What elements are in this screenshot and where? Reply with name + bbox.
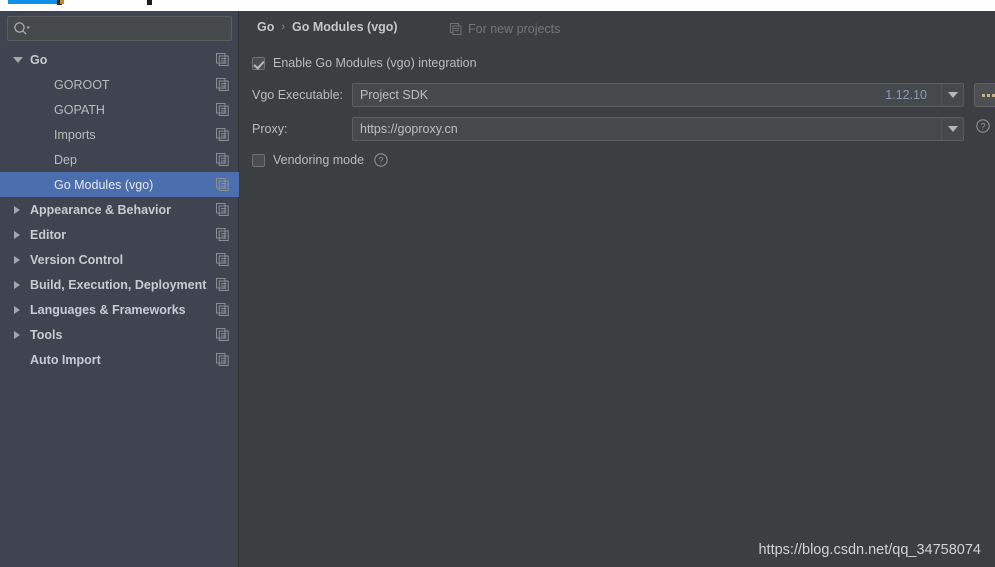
copy-icon[interactable] (216, 128, 229, 141)
sidebar-item-label: Build, Execution, Deployment (30, 277, 207, 292)
chevron-right-icon[interactable] (12, 304, 24, 316)
proxy-help-icon[interactable]: ? (976, 119, 990, 133)
sidebar-item-build-execution-deployment[interactable]: Build, Execution, Deployment (0, 272, 239, 297)
copy-icon[interactable] (216, 178, 229, 191)
copy-icon[interactable] (216, 303, 229, 316)
proxy-row: Proxy: https://goproxy.cn (252, 117, 964, 141)
chevron-right-icon[interactable] (12, 204, 24, 216)
chrome-marker-b (60, 0, 64, 4)
sidebar-item-editor[interactable]: Editor (0, 222, 239, 247)
proxy-label: Proxy: (252, 122, 288, 136)
for-new-projects-label: For new projects (468, 22, 561, 36)
copy-icon[interactable] (216, 203, 229, 216)
sidebar-item-label: GOPATH (54, 102, 105, 117)
for-new-projects-hint: For new projects (450, 22, 560, 36)
caret-shape (947, 92, 958, 98)
copy-icon[interactable] (216, 103, 229, 116)
breadcrumb-root[interactable]: Go (257, 20, 274, 34)
ellipsis-icon (981, 93, 995, 97)
sidebar-item-label: Dep (54, 152, 77, 167)
sidebar-item-label: Auto Import (30, 352, 101, 367)
sidebar-item-label: GOROOT (54, 77, 110, 92)
sidebar-item-go[interactable]: Go (0, 47, 239, 72)
chevron-down-icon[interactable] (941, 118, 963, 140)
vendoring-mode-row[interactable]: Vendoring mode ? (252, 153, 388, 167)
settings-dialog: Go GOROOT GOPATH Imports Dep Go Modules (vgo)… (0, 0, 995, 567)
chrome-marker-c (147, 0, 152, 5)
search-box[interactable] (7, 16, 232, 41)
search-input[interactable] (34, 17, 227, 40)
proxy-combobox[interactable]: https://goproxy.cn (352, 117, 964, 141)
copy-icon[interactable] (216, 328, 229, 341)
enable-go-modules-label: Enable Go Modules (vgo) integration (273, 56, 477, 70)
vgo-executable-row: Vgo Executable: Project SDK 1.12.10 (252, 83, 964, 107)
sidebar-item-label: Appearance & Behavior (30, 202, 172, 217)
sidebar-item-label: Imports (54, 127, 96, 142)
proxy-value[interactable]: https://goproxy.cn (360, 122, 458, 136)
breadcrumb-separator: › (281, 21, 286, 33)
sidebar-item-languages-frameworks[interactable]: Languages & Frameworks (0, 297, 239, 322)
chrome-blue-marker (8, 0, 60, 4)
copy-icon[interactable] (216, 153, 229, 166)
settings-tree: Go GOROOT GOPATH Imports Dep Go Modules (vgo)… (0, 47, 239, 372)
enable-go-modules-row[interactable]: Enable Go Modules (vgo) integration (252, 56, 477, 70)
enable-go-modules-checkbox[interactable] (252, 56, 265, 70)
search-icon (13, 21, 30, 37)
caret-shape (947, 126, 958, 132)
svg-text:?: ? (379, 155, 384, 165)
sidebar-item-dep[interactable]: Dep (0, 147, 239, 172)
copy-icon[interactable] (216, 353, 229, 366)
vgo-executable-combobox[interactable]: Project SDK 1.12.10 (352, 83, 964, 107)
sidebar-item-label: Version Control (30, 252, 124, 267)
sidebar-item-goroot[interactable]: GOROOT (0, 72, 239, 97)
copy-icon[interactable] (216, 278, 229, 291)
sidebar-item-version-control[interactable]: Version Control (0, 247, 239, 272)
sidebar-item-auto-import[interactable]: Auto Import (0, 347, 239, 372)
vendoring-help-icon[interactable]: ? (374, 153, 388, 167)
vgo-executable-value: Project SDK (360, 88, 429, 102)
vgo-executable-browse-button[interactable] (974, 83, 995, 107)
sidebar-search[interactable] (7, 16, 232, 41)
sidebar-item-label: Editor (30, 227, 67, 242)
sidebar-item-label: Languages & Frameworks (30, 302, 186, 317)
breadcrumb-current: Go Modules (vgo) (292, 20, 398, 34)
copy-icon[interactable] (216, 53, 229, 66)
watermark: https://blog.csdn.net/qq_34758074 (758, 542, 981, 558)
chevron-right-icon[interactable] (12, 329, 24, 341)
vgo-executable-version: 1.12.10 (885, 88, 927, 102)
settings-sidebar: Go GOROOT GOPATH Imports Dep Go Modules (vgo)… (0, 11, 239, 567)
copy-icon[interactable] (216, 253, 229, 266)
sidebar-item-tools[interactable]: Tools (0, 322, 239, 347)
breadcrumb: Go › Go Modules (vgo) (257, 20, 398, 34)
vendoring-mode-label: Vendoring mode (273, 153, 365, 167)
copy-icon[interactable] (216, 228, 229, 241)
chevron-down-icon[interactable] (941, 84, 963, 106)
sidebar-item-label: Go Modules (vgo) (54, 177, 154, 192)
chevron-right-icon[interactable] (12, 279, 24, 291)
sidebar-item-appearance-behavior[interactable]: Appearance & Behavior (0, 197, 239, 222)
copy-icon (450, 23, 462, 35)
vendoring-mode-checkbox[interactable] (252, 153, 265, 167)
sidebar-item-imports[interactable]: Imports (0, 122, 239, 147)
chevron-down-icon[interactable] (12, 54, 24, 66)
chevron-right-icon[interactable] (12, 229, 24, 241)
sidebar-item-label: Go (30, 52, 48, 67)
window-chrome-strip (0, 0, 995, 11)
vgo-executable-label: Vgo Executable: (252, 88, 344, 102)
sidebar-item-label: Tools (30, 327, 63, 342)
copy-icon[interactable] (216, 78, 229, 91)
svg-text:?: ? (980, 121, 985, 131)
sidebar-item-gopath[interactable]: GOPATH (0, 97, 239, 122)
sidebar-item-go-modules-vgo[interactable]: Go Modules (vgo) (0, 172, 239, 197)
chevron-right-icon[interactable] (12, 254, 24, 266)
settings-content-panel: Go › Go Modules (vgo) For new projects E… (240, 11, 995, 567)
